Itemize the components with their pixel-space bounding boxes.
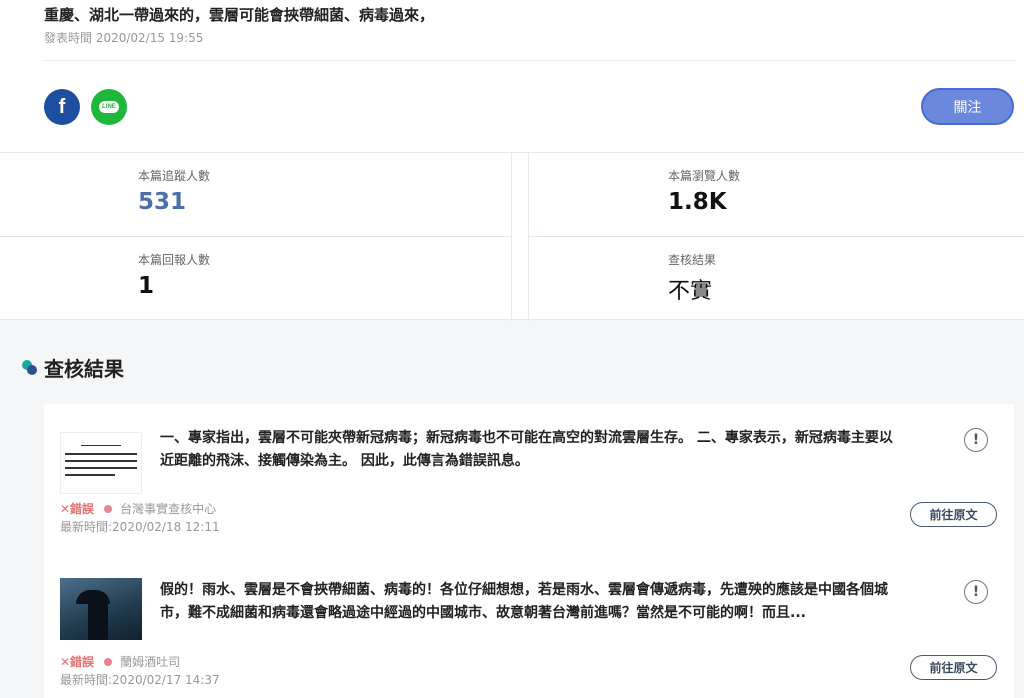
- post-time: 發表時間 2020/02/15 19:55: [44, 31, 204, 45]
- divider: [44, 60, 1016, 61]
- thumbnail-image[interactable]: [60, 432, 142, 494]
- section-header: 查核結果: [22, 353, 124, 382]
- updated-time: 最新時間:2020/02/18 12:11: [60, 520, 220, 534]
- source-dot-icon: [104, 504, 113, 513]
- verdict-badge: ✕錯誤: [60, 502, 95, 516]
- view-original-button[interactable]: 前往原文: [910, 655, 997, 680]
- result-meta: ✕錯誤 台灣事實查核中心: [60, 500, 216, 517]
- updated-time: 最新時間:2020/02/17 14:37: [60, 673, 220, 687]
- results-list: 一、專家指出，雲層不可能夾帶新冠病毒；新冠病毒也不可能在高空的對流雲層生存。 二…: [44, 404, 1014, 698]
- stat-label: 本篇瀏覽人數: [668, 169, 741, 183]
- stat-views: 本篇瀏覽人數 1.8K: [528, 153, 1024, 237]
- result-summary: 假的！雨水、雲層是不會挾帶細菌、病毒的！各位仔細想想，若是雨水、雲層會傳遞病毒，…: [160, 582, 888, 621]
- result-summary: 一、專家指出，雲層不可能夾帶新冠病毒；新冠病毒也不可能在高空的對流雲層生存。 二…: [160, 430, 893, 469]
- source-dot-icon: [104, 657, 113, 666]
- result-meta: ✕錯誤 蘭姆酒吐司: [60, 653, 180, 670]
- post-message: 重慶、湖北一帶過來的，雲層可能會挾帶細菌、病毒過來，: [44, 6, 435, 24]
- stat-followers: 本篇追蹤人數 531: [0, 153, 512, 237]
- follow-button[interactable]: 關注: [921, 88, 1014, 125]
- facebook-share-icon[interactable]: f: [44, 89, 80, 125]
- stat-value: 1: [138, 273, 155, 299]
- line-logo: LINE: [99, 101, 119, 113]
- source-name: 台灣事實查核中心: [120, 502, 217, 516]
- stat-reports: 本篇回報人數 1: [0, 237, 512, 321]
- stats-panel: 本篇追蹤人數 531 本篇瀏覽人數 1.8K 本篇回報人數 1 查核結果 不實: [0, 152, 1024, 321]
- stat-value: 不實: [668, 279, 713, 304]
- verdict-badge: ✕錯誤: [60, 655, 95, 669]
- line-share-icon[interactable]: LINE: [91, 89, 127, 125]
- section-title: 查核結果: [44, 357, 124, 381]
- stat-label: 本篇追蹤人數: [138, 169, 211, 183]
- stat-value: 1.8K: [668, 189, 727, 215]
- thumbnail-image[interactable]: [60, 578, 142, 640]
- post-header: 重慶、湖北一帶過來的，雲層可能會挾帶細菌、病毒過來， 發表時間 2020/02/…: [0, 0, 1024, 152]
- source-name: 蘭姆酒吐司: [120, 655, 181, 669]
- stat-label: 查核結果: [668, 253, 717, 267]
- stat-verdict: 查核結果 不實: [528, 237, 1024, 321]
- report-icon[interactable]: !: [964, 580, 988, 604]
- chat-bubbles-icon: [22, 359, 38, 376]
- report-icon[interactable]: !: [964, 428, 988, 452]
- view-original-button[interactable]: 前往原文: [910, 502, 997, 527]
- stat-value: 531: [138, 189, 187, 215]
- stat-label: 本篇回報人數: [138, 253, 211, 267]
